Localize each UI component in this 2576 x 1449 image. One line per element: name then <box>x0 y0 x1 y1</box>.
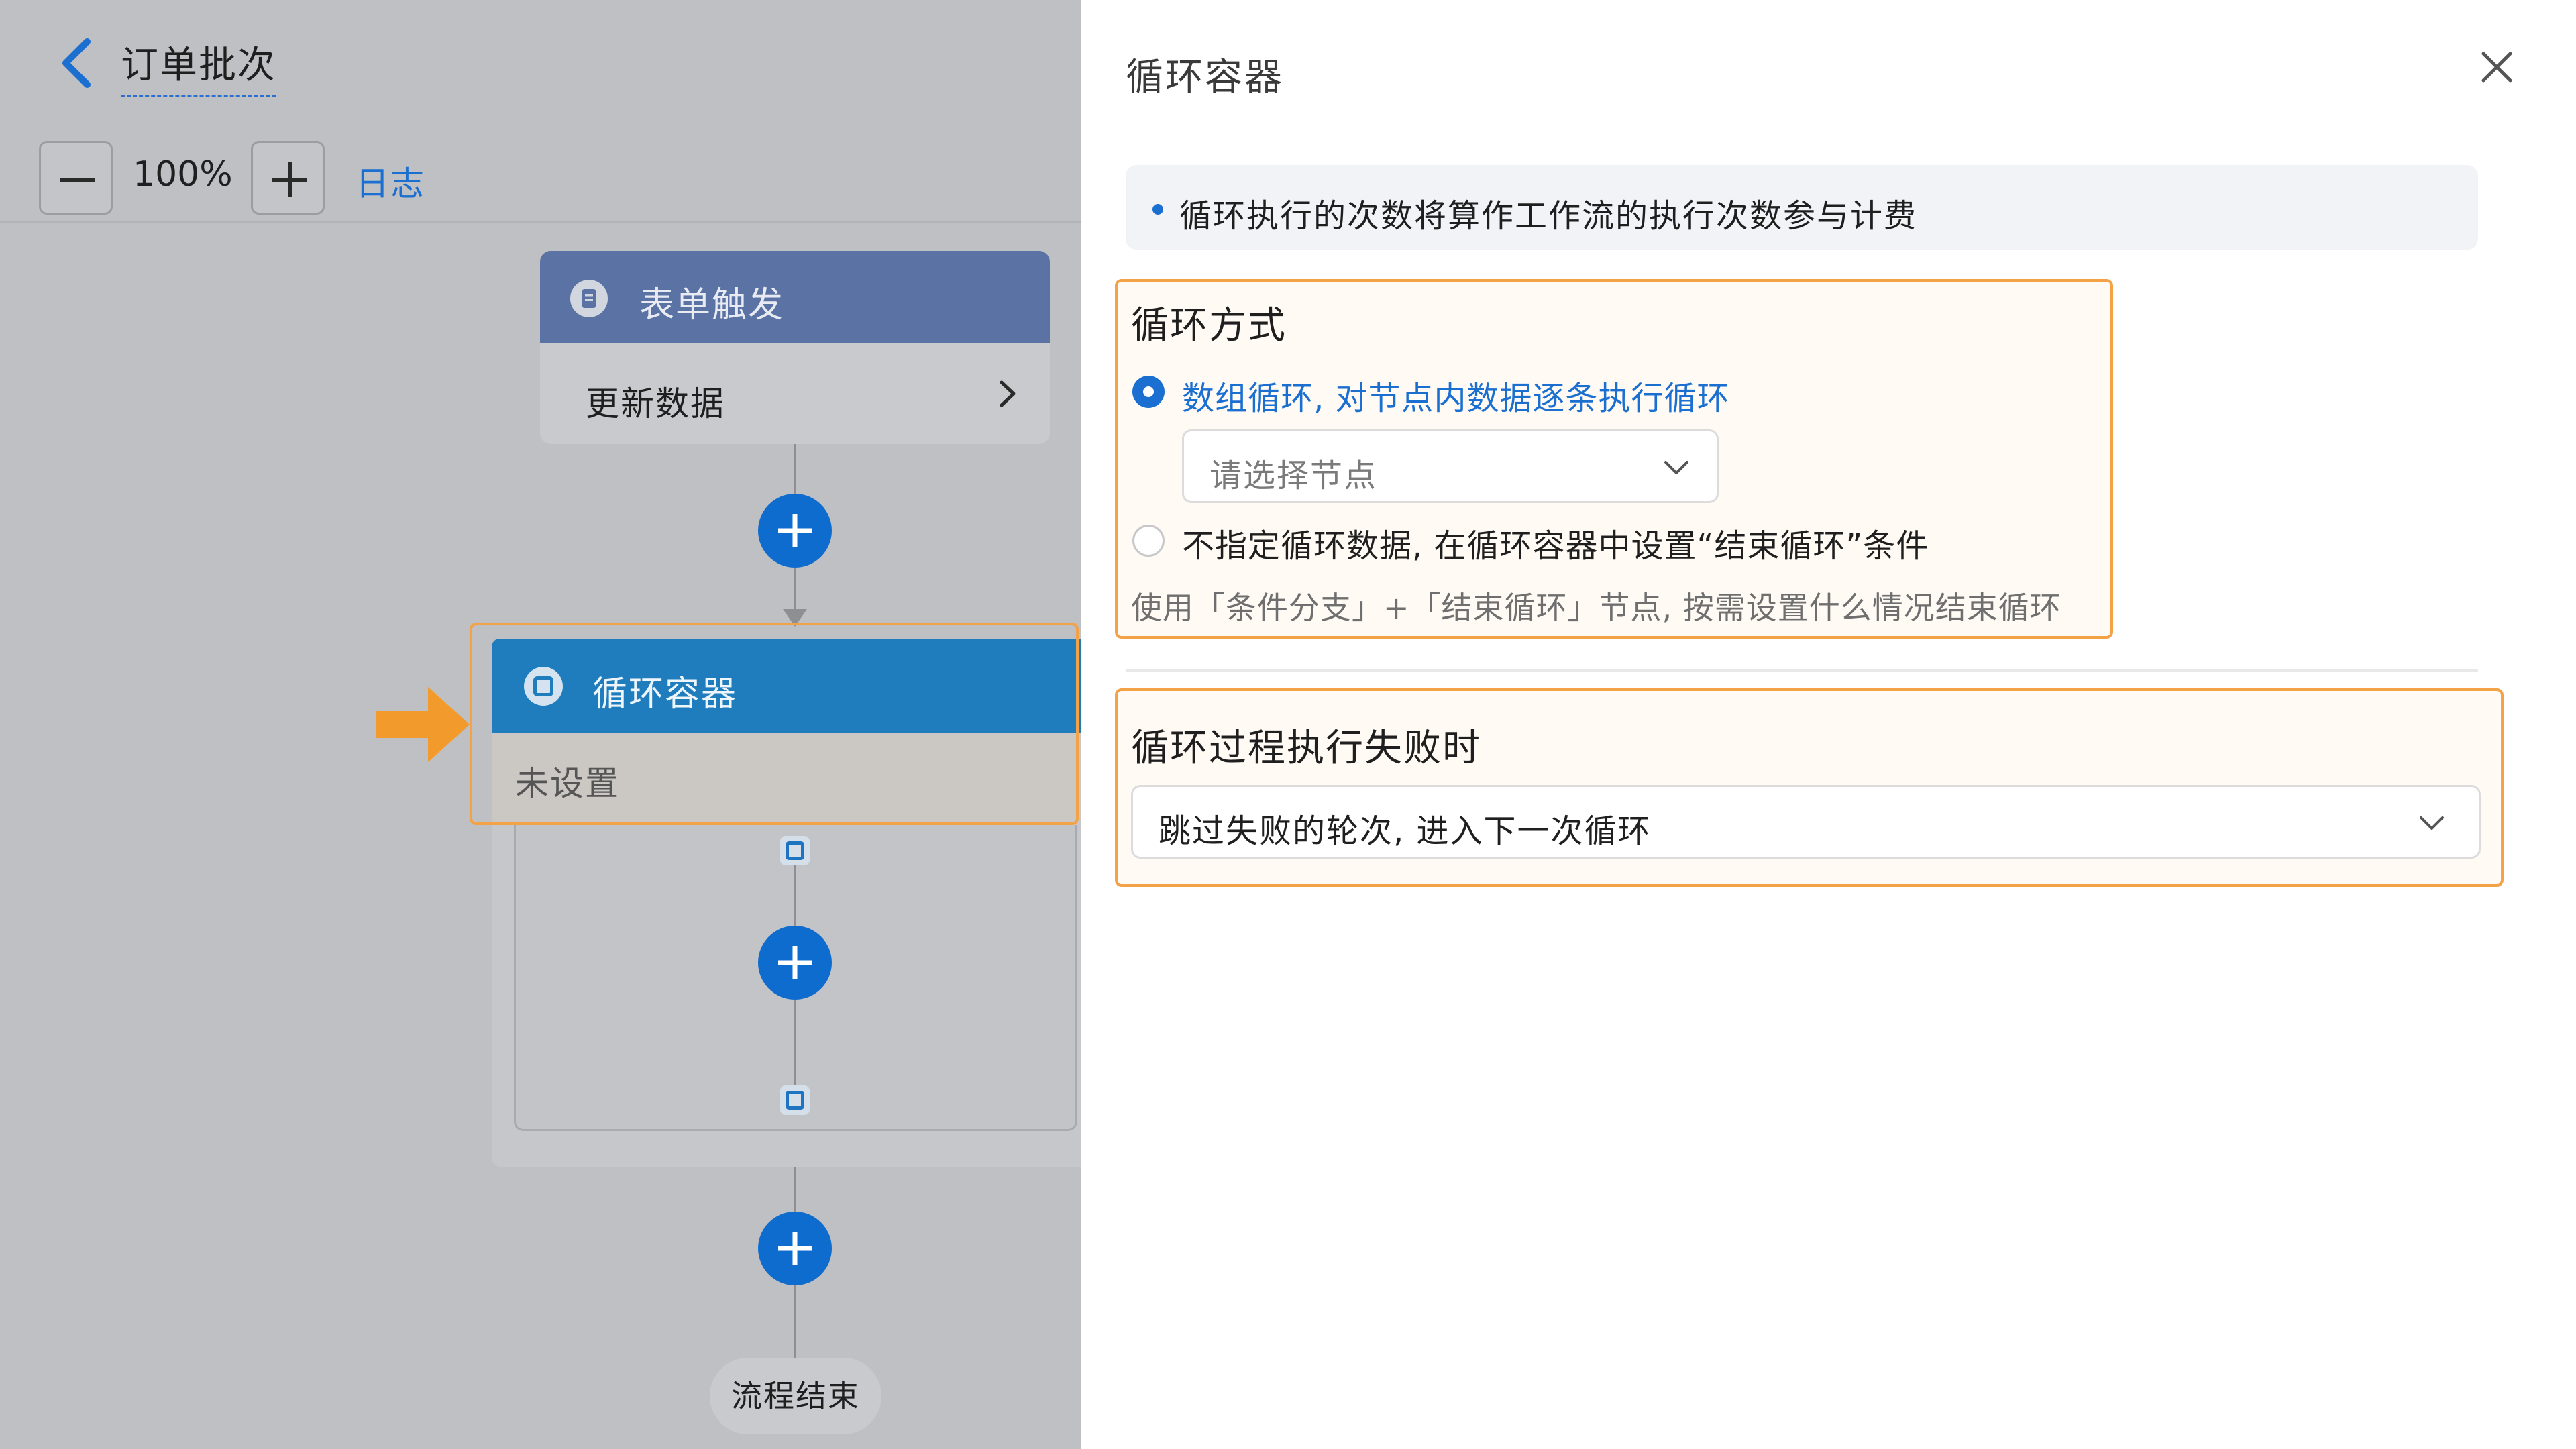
add-node-in-loop-button[interactable] <box>758 926 832 1000</box>
loop-mode-title: 循环方式 <box>1131 304 1287 347</box>
minus-icon <box>60 178 95 182</box>
trigger-node-title: 表单触发 <box>639 285 785 325</box>
trigger-node[interactable]: 表单触发 更新数据 <box>540 251 1050 444</box>
app-title[interactable]: 订单批次 <box>121 35 276 97</box>
zoom-toolbar: 100% 日志 <box>0 131 1081 223</box>
on-failure-value: 跳过失败的轮次, 进入下一次循环 <box>1159 812 1652 850</box>
config-panel: 循环容器 循环执行的次数将算作工作流的执行次数参与计费 循环方式 数组循环, 对… <box>1081 0 2576 1449</box>
zoom-level: 100% <box>133 154 233 195</box>
zoom-in-button[interactable] <box>251 141 325 215</box>
chevron-right-icon <box>1000 380 1016 407</box>
plus-icon <box>778 1232 812 1265</box>
no-data-loop-label[interactable]: 不指定循环数据, 在循环容器中设置“结束循环”条件 <box>1182 519 1929 566</box>
plus-icon <box>778 946 812 979</box>
add-node-button[interactable] <box>758 494 832 568</box>
panel-title: 循环容器 <box>1126 56 1284 99</box>
section-divider <box>1126 669 2478 672</box>
loop-start-icon <box>780 836 810 865</box>
trigger-node-body: 更新数据 <box>540 343 1050 444</box>
node-select-placeholder: 请选择节点 <box>1210 457 1378 494</box>
chevron-down-icon <box>2420 816 2444 830</box>
on-failure-select[interactable]: 跳过失败的轮次, 进入下一次循环 <box>1131 785 2481 859</box>
node-select[interactable]: 请选择节点 <box>1182 429 1719 503</box>
trigger-node-detail: 更新数据 <box>586 384 725 423</box>
loop-mode-section: 循环方式 数组循环, 对节点内数据逐条执行循环 请选择节点 不指定循环数据, 在… <box>1115 279 2113 639</box>
array-loop-label[interactable]: 数组循环, 对节点内数据逐条执行循环 <box>1182 372 1730 419</box>
no-data-loop-radio[interactable] <box>1132 525 1165 557</box>
chevron-left-icon[interactable] <box>54 36 101 90</box>
log-link[interactable]: 日志 <box>356 157 425 205</box>
chevron-down-icon <box>1664 461 1688 474</box>
form-icon <box>570 280 608 317</box>
loop-mode-hint: 使用「条件分支」+「结束循环」节点, 按需设置什么情况结束循环 <box>1131 590 2061 626</box>
loop-node-highlight <box>470 623 1079 825</box>
add-node-after-loop-button[interactable] <box>758 1212 832 1285</box>
bullet-dot <box>1152 204 1163 215</box>
array-loop-radio[interactable] <box>1132 376 1165 408</box>
billing-notice: 循环执行的次数将算作工作流的执行次数参与计费 <box>1126 165 2478 250</box>
loop-end-icon <box>780 1085 810 1115</box>
top-bar: 订单批次 <box>0 0 1081 127</box>
arrow-right-icon <box>376 687 470 762</box>
billing-notice-text: 循环执行的次数将算作工作流的执行次数参与计费 <box>1179 197 1918 235</box>
flow-end-node: 流程结束 <box>710 1358 881 1434</box>
close-icon[interactable] <box>2477 47 2517 87</box>
zoom-out-button[interactable] <box>39 141 113 215</box>
on-failure-title: 循环过程执行失败时 <box>1131 727 1481 770</box>
plus-icon <box>272 162 307 197</box>
plus-icon <box>778 514 812 547</box>
flow-canvas: 订单批次 100% 日志 表单触发 更新数据 循环容器 未设置 流程结束 <box>0 0 1081 1449</box>
on-failure-section: 循环过程执行失败时 跳过失败的轮次, 进入下一次循环 <box>1115 688 2504 887</box>
trigger-node-header: 表单触发 <box>540 251 1050 343</box>
